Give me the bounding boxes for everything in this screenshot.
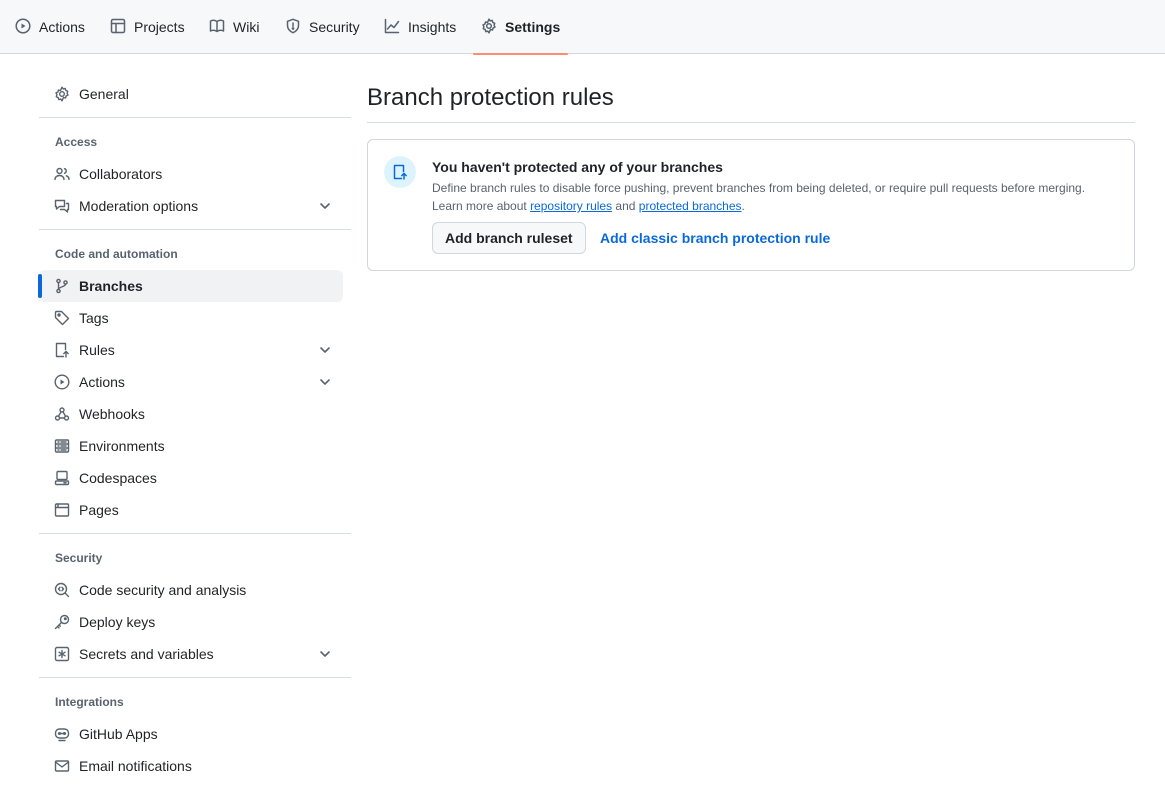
group-heading-access: Access (55, 135, 98, 149)
sidebar-item-environments[interactable]: Environments (39, 430, 343, 462)
sidebar-item-label: Webhooks (79, 406, 145, 422)
divider (39, 229, 351, 230)
sidebar-item-actions[interactable]: Actions (39, 366, 343, 398)
divider (39, 677, 351, 678)
sidebar-item-code-security[interactable]: Code security and analysis (39, 574, 343, 606)
sidebar-item-label: Tags (79, 310, 109, 326)
play-icon (15, 17, 31, 37)
tag-icon (54, 310, 70, 326)
browser-icon (54, 502, 70, 518)
tab-label: Projects (134, 19, 185, 35)
chevron-down-icon[interactable] (317, 198, 333, 214)
mail-icon (54, 758, 70, 774)
tab-insights[interactable]: Insights (384, 0, 456, 54)
gear-icon (54, 86, 70, 102)
sidebar-item-label: Environments (79, 438, 165, 454)
tab-label: Actions (39, 19, 85, 35)
sidebar-item-label: Rules (79, 342, 115, 358)
sidebar-item-label: Moderation options (79, 198, 199, 214)
chevron-down-icon[interactable] (317, 646, 333, 662)
description-line: Define branch rules to disable force pus… (432, 181, 1086, 195)
sidebar-item-general[interactable]: General (39, 78, 343, 110)
sidebar-item-secrets[interactable]: Secrets and variables (39, 638, 343, 670)
sidebar-item-deploy-keys[interactable]: Deploy keys (39, 606, 343, 638)
hubot-icon (54, 726, 70, 742)
learn-more-prefix: Learn more about (432, 199, 531, 213)
divider (39, 533, 351, 534)
protected-branches-link[interactable]: protected branches (639, 199, 742, 213)
sidebar-item-collaborators[interactable]: Collaborators (39, 158, 343, 190)
repo-push-icon (384, 156, 416, 188)
sidebar-item-label: Secrets and variables (79, 646, 214, 662)
asterisk-icon (54, 646, 70, 662)
divider (39, 117, 351, 118)
group-heading-integrations: Integrations (55, 695, 124, 709)
chevron-down-icon[interactable] (317, 374, 333, 390)
sidebar-item-pages[interactable]: Pages (39, 494, 343, 526)
add-branch-ruleset-button[interactable]: Add branch ruleset (432, 222, 586, 254)
sidebar-item-codespaces[interactable]: Codespaces (39, 462, 343, 494)
sidebar-item-github-apps[interactable]: GitHub Apps (39, 718, 343, 750)
sidebar-item-label: Deploy keys (79, 614, 156, 630)
server-icon (54, 438, 70, 454)
sidebar-item-tags[interactable]: Tags (39, 302, 343, 334)
sidebar-item-label: General (79, 86, 129, 102)
gear-icon (481, 17, 497, 37)
comment-discussion-icon (54, 198, 70, 214)
tab-label: Insights (408, 19, 457, 35)
tab-label: Wiki (233, 19, 260, 35)
tab-projects[interactable]: Projects (110, 0, 185, 54)
tab-wiki[interactable]: Wiki (209, 0, 259, 54)
sidebar-item-rules[interactable]: Rules (39, 334, 343, 366)
play-icon (54, 374, 70, 390)
people-icon (54, 166, 70, 182)
learn-more-line: Learn more about repository rules and pr… (432, 197, 1085, 215)
codespaces-icon (54, 470, 70, 486)
sidebar-item-label: GitHub Apps (79, 726, 158, 742)
book-icon (209, 18, 225, 37)
tab-label: Settings (505, 19, 561, 35)
tab-security[interactable]: Security (285, 0, 360, 54)
tab-actions[interactable]: Actions (15, 0, 85, 54)
table-icon (110, 18, 126, 37)
blankslate-description: Define branch rules to disable force pus… (432, 179, 1085, 215)
graph-icon (384, 18, 400, 37)
webhook-icon (54, 406, 70, 422)
shield-icon (285, 18, 301, 37)
page-title: Branch protection rules (367, 84, 614, 111)
key-icon (54, 614, 70, 630)
and-text: and (612, 199, 639, 213)
codescan-icon (54, 582, 70, 598)
blankslate: You haven't protected any of your branch… (367, 139, 1135, 271)
sidebar-item-moderation[interactable]: Moderation options (39, 190, 343, 222)
repo-push-icon (54, 342, 70, 358)
tab-settings[interactable]: Settings (472, 0, 569, 55)
group-heading-code-automation: Code and automation (55, 247, 178, 261)
sidebar-item-webhooks[interactable]: Webhooks (39, 398, 343, 430)
sidebar-item-branches[interactable]: Branches (38, 270, 343, 302)
blankslate-heading: You haven't protected any of your branch… (432, 159, 723, 175)
sidebar-item-label: Actions (79, 374, 125, 390)
sidebar-item-label: Pages (79, 502, 119, 518)
git-branch-icon (54, 278, 70, 294)
sidebar-item-label: Branches (79, 278, 143, 294)
sidebar-item-label: Collaborators (79, 166, 163, 182)
period-text: . (741, 199, 745, 213)
divider (367, 122, 1135, 123)
chevron-down-icon[interactable] (317, 342, 333, 358)
repository-rules-link[interactable]: repository rules (530, 199, 612, 213)
sidebar-item-label: Code security and analysis (79, 582, 247, 598)
group-heading-security: Security (55, 551, 103, 565)
tab-label: Security (309, 19, 360, 35)
sidebar-item-email-notifications[interactable]: Email notifications (39, 750, 343, 782)
repo-nav: Actions Projects Wiki Security Insights … (0, 0, 1165, 55)
add-classic-protection-rule-button[interactable]: Add classic branch protection rule (600, 222, 830, 254)
sidebar-item-label: Email notifications (79, 758, 192, 774)
sidebar-item-label: Codespaces (79, 470, 157, 486)
